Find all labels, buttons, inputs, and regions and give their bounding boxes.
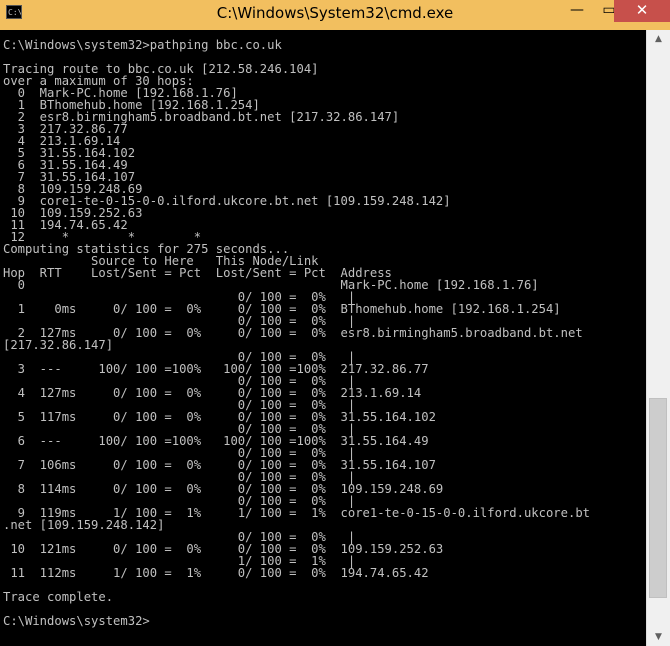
console-line: Trace complete. — [3, 590, 114, 604]
close-button[interactable]: ✕ — [614, 0, 670, 22]
scroll-up-arrow-icon[interactable]: ▲ — [647, 30, 670, 48]
console-output[interactable]: C:\Windows\system32>pathping bbc.co.uk Tr… — [0, 30, 646, 646]
cmd-window: C:\ C:\Windows\System32\cmd.exe — ▭ ✕ C:… — [0, 0, 670, 646]
minimize-button[interactable]: — — [563, 0, 591, 22]
scrollbar-thumb[interactable] — [649, 398, 667, 598]
vertical-scrollbar[interactable]: ▲ ▼ — [646, 30, 670, 646]
console-line: 11 112ms 1/ 100 = 1% 0/ 100 = 0% 194.74.… — [3, 566, 429, 580]
console-line: C:\Windows\system32>pathping bbc.co.uk — [3, 38, 282, 52]
title-bar[interactable]: C:\ C:\Windows\System32\cmd.exe — ▭ ✕ — [0, 0, 670, 30]
console-line: C:\Windows\system32> — [3, 614, 150, 628]
cmd-app-icon[interactable]: C:\ — [6, 5, 22, 19]
scroll-down-arrow-icon[interactable]: ▼ — [647, 628, 670, 646]
